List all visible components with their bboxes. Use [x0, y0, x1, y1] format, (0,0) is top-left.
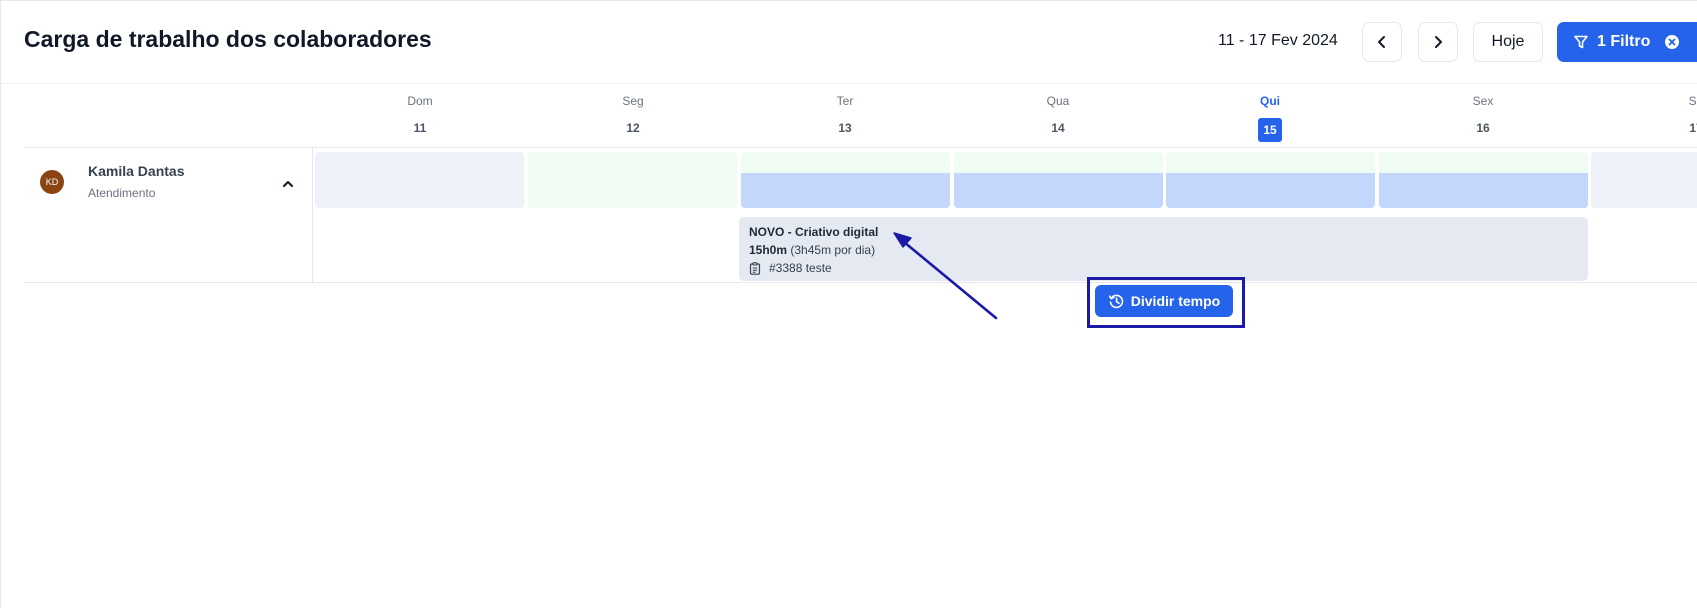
avatar: KD	[40, 170, 64, 194]
day-header-divider	[24, 147, 1697, 148]
workload-bar	[954, 173, 1163, 208]
day-name: Seg	[622, 94, 644, 108]
collapse-row-button[interactable]	[276, 172, 300, 196]
task-card[interactable]: NOVO - Criativo digital 15h0m (3h45m por…	[739, 217, 1588, 281]
top-border	[0, 0, 1697, 1]
page-title: Carga de trabalho dos colaboradores	[24, 26, 432, 52]
annotation-arrow	[893, 232, 998, 320]
row-bottom-divider	[24, 282, 1697, 283]
workload-bar	[741, 173, 950, 208]
chevron-left-icon	[1378, 36, 1385, 48]
workload-bar	[1166, 173, 1375, 208]
task-ref-label: #3388 teste	[769, 261, 832, 275]
filter-button[interactable]: 1 Filtro	[1557, 22, 1697, 62]
day-number: 17	[1689, 121, 1697, 135]
workload-cell-tuesday[interactable]	[741, 152, 950, 208]
day-name: Ter	[836, 94, 854, 108]
task-hours: 15h0m (3h45m por dia)	[749, 243, 1578, 257]
day-name: Sex	[1472, 94, 1494, 108]
workload-cell-wednesday[interactable]	[954, 152, 1163, 208]
day-header-tuesday: Ter 13	[739, 94, 951, 138]
task-hours-per-day: (3h45m por dia)	[790, 243, 876, 257]
day-header-sunday: Dom 11	[314, 94, 526, 138]
left-border	[0, 0, 1, 608]
day-name: Sá	[1688, 94, 1697, 108]
day-header-wednesday: Qua 14	[952, 94, 1164, 138]
day-name: Qua	[1046, 94, 1070, 108]
split-time-button[interactable]: Dividir tempo	[1095, 285, 1233, 317]
employee-team: Atendimento	[88, 186, 156, 200]
day-header-monday: Seg 12	[527, 94, 739, 138]
header-divider	[0, 83, 1697, 84]
task-reference: #3388 teste	[749, 261, 1578, 275]
workload-cell-monday[interactable]	[528, 152, 737, 208]
day-number: 11	[413, 121, 427, 135]
day-name: Qui	[1260, 94, 1280, 108]
filter-label: 1 Filtro	[1597, 33, 1651, 50]
day-name: Dom	[407, 94, 433, 108]
day-number: 13	[838, 121, 852, 135]
next-week-button[interactable]	[1418, 22, 1458, 62]
workload-cell-saturday[interactable]	[1591, 152, 1697, 208]
task-total-hours: 15h0m	[749, 243, 788, 257]
chevron-right-icon	[1435, 36, 1442, 48]
filter-icon	[1574, 35, 1588, 49]
day-header-thursday-today: Qui 15	[1164, 94, 1376, 142]
day-header-friday: Sex 16	[1377, 94, 1589, 138]
workload-cell-friday[interactable]	[1379, 152, 1588, 208]
split-time-label: Dividir tempo	[1130, 293, 1221, 309]
task-title: NOVO - Criativo digital	[749, 225, 879, 239]
x-circle-icon[interactable]	[1664, 34, 1680, 50]
workload-cell-sunday[interactable]	[315, 152, 524, 208]
chevron-up-icon	[283, 181, 293, 187]
workload-cell-thursday[interactable]	[1166, 152, 1375, 208]
day-number: 16	[1476, 121, 1490, 135]
day-number-today: 15	[1258, 118, 1282, 142]
workload-bar	[1379, 173, 1588, 208]
day-number: 12	[626, 121, 640, 135]
day-header-saturday: Sá 17	[1590, 94, 1697, 138]
name-column-divider	[312, 148, 313, 283]
history-icon	[1108, 294, 1124, 308]
employee-name: Kamila Dantas	[88, 163, 185, 179]
date-range: 11 - 17 Fev 2024	[1218, 32, 1338, 49]
today-button[interactable]: Hoje	[1473, 22, 1543, 62]
day-number: 14	[1051, 121, 1065, 135]
previous-week-button[interactable]	[1362, 22, 1402, 62]
clipboard-icon	[749, 261, 761, 275]
